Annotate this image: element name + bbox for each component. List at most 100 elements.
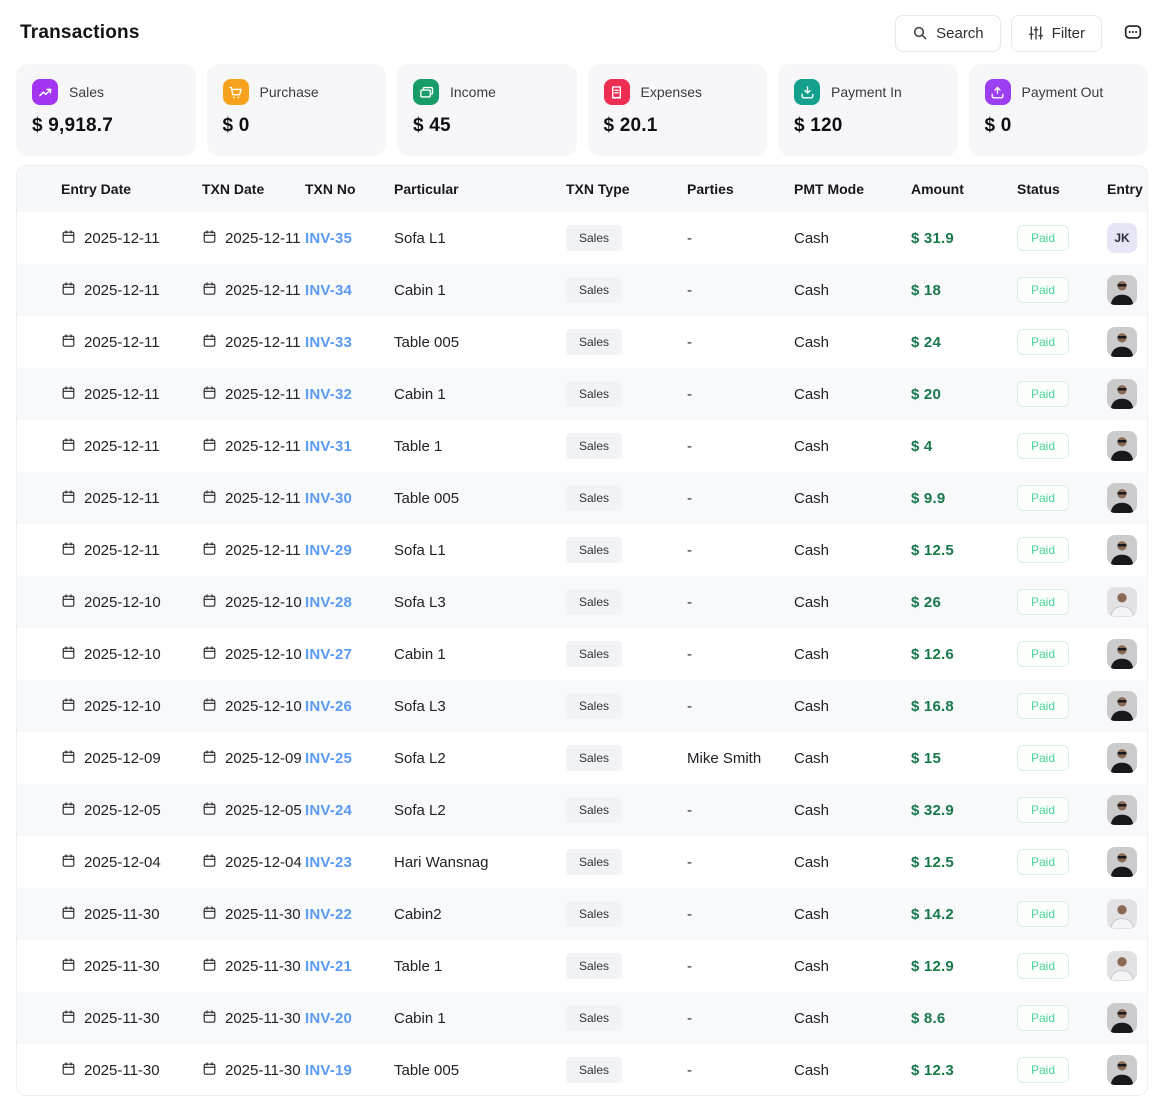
txn-no-cell: INV-27: [305, 628, 394, 680]
txn-type-badge: Sales: [566, 849, 622, 875]
banknote-icon: [413, 79, 439, 105]
txn-date-cell: 2025-12-11: [202, 264, 305, 316]
table-row[interactable]: 2025-12-042025-12-04INV-23Hari WansnagSa…: [17, 836, 1148, 888]
table-row[interactable]: 2025-11-302025-11-30INV-21Table 1Sales-C…: [17, 940, 1148, 992]
card-label: Payment Out: [1022, 84, 1104, 100]
table-row[interactable]: 2025-12-092025-12-09INV-25Sofa L2SalesMi…: [17, 732, 1148, 784]
calendar-icon: [202, 957, 217, 976]
pmt-mode-cell: Cash: [794, 836, 911, 888]
avatar: [1107, 275, 1137, 305]
avatar: [1107, 847, 1137, 877]
tray-up-icon: [985, 79, 1011, 105]
status-badge: Paid: [1017, 329, 1069, 355]
more-options-button[interactable]: [1118, 17, 1148, 50]
pmt-mode-cell: Cash: [794, 680, 911, 732]
avatar: JK: [1107, 223, 1137, 253]
avatar: [1107, 899, 1137, 929]
status-badge: Paid: [1017, 797, 1069, 823]
entry-by-cell: [1107, 1044, 1148, 1096]
txn-date-cell: 2025-12-11: [202, 316, 305, 368]
txn-link[interactable]: INV-24: [305, 802, 352, 819]
search-button[interactable]: Search: [895, 15, 1001, 52]
amount-cell: $ 15: [911, 732, 1017, 784]
txn-link[interactable]: INV-26: [305, 698, 352, 715]
txn-link[interactable]: INV-30: [305, 490, 352, 507]
calendar-icon: [61, 801, 76, 820]
avatar: [1107, 327, 1137, 357]
page-title: Transactions: [20, 22, 140, 44]
table-row[interactable]: 2025-12-102025-12-10INV-26Sofa L3Sales-C…: [17, 680, 1148, 732]
txn-no-cell: INV-28: [305, 576, 394, 628]
calendar-icon: [202, 697, 217, 716]
table-row[interactable]: 2025-11-302025-11-30INV-22Cabin2Sales-Ca…: [17, 888, 1148, 940]
card-label: Purchase: [260, 84, 319, 100]
status-badge: Paid: [1017, 433, 1069, 459]
status-cell: Paid: [1017, 836, 1107, 888]
avatar: [1107, 535, 1137, 565]
txn-no-cell: INV-21: [305, 940, 394, 992]
table-row[interactable]: 2025-12-112025-12-11INV-31Table 1Sales-C…: [17, 420, 1148, 472]
entry-by-cell: [1107, 420, 1148, 472]
table-row[interactable]: 2025-12-112025-12-11INV-32Cabin 1Sales-C…: [17, 368, 1148, 420]
filter-button[interactable]: Filter: [1011, 15, 1102, 52]
table-row[interactable]: 2025-12-112025-12-11INV-34Cabin 1Sales-C…: [17, 264, 1148, 316]
txn-type-cell: Sales: [566, 940, 687, 992]
amount-cell: $ 18: [911, 264, 1017, 316]
status-badge: Paid: [1017, 745, 1069, 771]
status-badge: Paid: [1017, 381, 1069, 407]
table-row[interactable]: 2025-11-302025-11-30INV-19Table 005Sales…: [17, 1044, 1148, 1096]
calendar-icon: [202, 905, 217, 924]
txn-link[interactable]: INV-31: [305, 438, 352, 455]
amount-cell: $ 32.9: [911, 784, 1017, 836]
txn-type-badge: Sales: [566, 277, 622, 303]
calendar-icon: [61, 749, 76, 768]
txn-type-cell: Sales: [566, 836, 687, 888]
status-badge: Paid: [1017, 1005, 1069, 1031]
table-row[interactable]: 2025-12-112025-12-11INV-35Sofa L1Sales-C…: [17, 212, 1148, 264]
table-row[interactable]: 2025-12-112025-12-11INV-29Sofa L1Sales-C…: [17, 524, 1148, 576]
txn-link[interactable]: INV-35: [305, 230, 352, 247]
txn-link[interactable]: INV-33: [305, 334, 352, 351]
table-row[interactable]: 2025-12-052025-12-05INV-24Sofa L2Sales-C…: [17, 784, 1148, 836]
txn-date-cell: 2025-12-10: [202, 628, 305, 680]
entry-date-cell: 2025-12-11: [17, 420, 202, 472]
txn-type-cell: Sales: [566, 472, 687, 524]
txn-type-badge: Sales: [566, 485, 622, 511]
txn-link[interactable]: INV-22: [305, 906, 352, 923]
txn-link[interactable]: INV-29: [305, 542, 352, 559]
table-row[interactable]: 2025-11-302025-11-30INV-20Cabin 1Sales-C…: [17, 992, 1148, 1044]
table-row[interactable]: 2025-12-102025-12-10INV-28Sofa L3Sales-C…: [17, 576, 1148, 628]
txn-link[interactable]: INV-28: [305, 594, 352, 611]
amount-cell: $ 12.5: [911, 836, 1017, 888]
amount-cell: $ 4: [911, 420, 1017, 472]
status-badge: Paid: [1017, 537, 1069, 563]
pmt-mode-cell: Cash: [794, 576, 911, 628]
parties-cell: -: [687, 420, 794, 472]
txn-link[interactable]: INV-21: [305, 958, 352, 975]
table-row[interactable]: 2025-12-112025-12-11INV-30Table 005Sales…: [17, 472, 1148, 524]
calendar-icon: [61, 1061, 76, 1080]
status-badge: Paid: [1017, 485, 1069, 511]
txn-link[interactable]: INV-27: [305, 646, 352, 663]
particular-cell: Table 005: [394, 472, 566, 524]
txn-type-badge: Sales: [566, 433, 622, 459]
particular-cell: Cabin 1: [394, 992, 566, 1044]
txn-link[interactable]: INV-19: [305, 1062, 352, 1079]
parties-cell: -: [687, 368, 794, 420]
status-cell: Paid: [1017, 472, 1107, 524]
txn-link[interactable]: INV-34: [305, 282, 352, 299]
txn-link[interactable]: INV-20: [305, 1010, 352, 1027]
txn-link[interactable]: INV-23: [305, 854, 352, 871]
amount-cell: $ 24: [911, 316, 1017, 368]
txn-link[interactable]: INV-25: [305, 750, 352, 767]
calendar-icon: [61, 853, 76, 872]
txn-type-badge: Sales: [566, 589, 622, 615]
txn-no-cell: INV-34: [305, 264, 394, 316]
pmt-mode-cell: Cash: [794, 888, 911, 940]
calendar-icon: [61, 229, 76, 248]
table-row[interactable]: 2025-12-102025-12-10INV-27Cabin 1Sales-C…: [17, 628, 1148, 680]
calendar-icon: [61, 645, 76, 664]
particular-cell: Sofa L2: [394, 784, 566, 836]
txn-link[interactable]: INV-32: [305, 386, 352, 403]
table-row[interactable]: 2025-12-112025-12-11INV-33Table 005Sales…: [17, 316, 1148, 368]
